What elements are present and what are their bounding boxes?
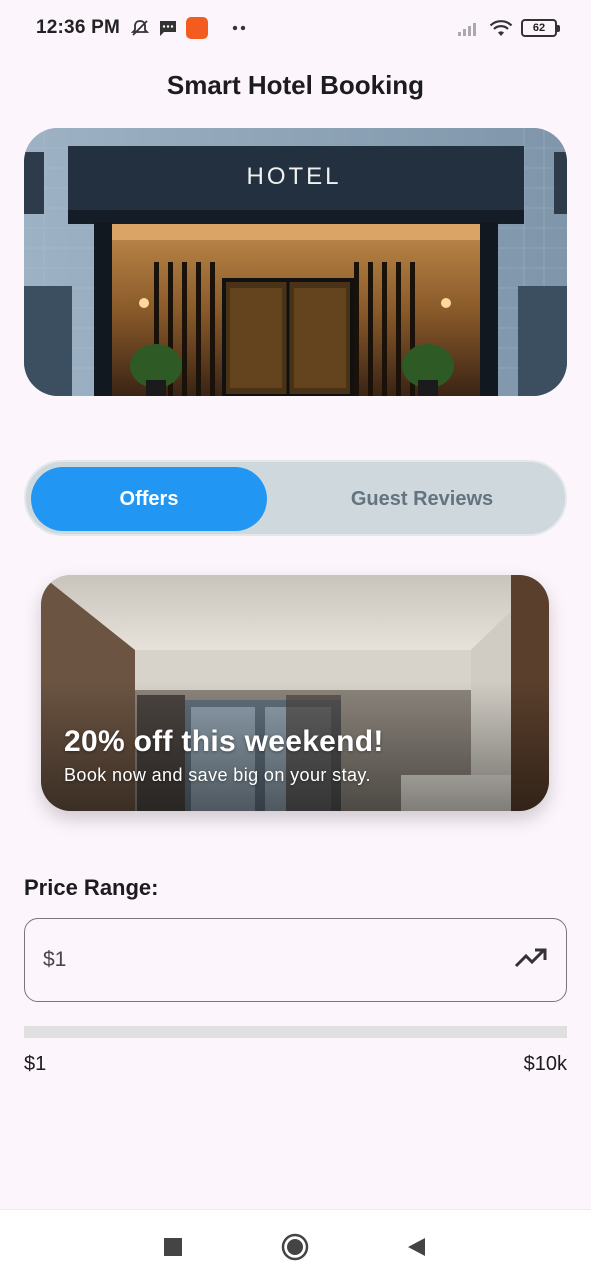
range-max-label: $10k xyxy=(523,1053,567,1075)
status-notifications xyxy=(130,17,246,39)
tab-guest-reviews[interactable]: Guest Reviews xyxy=(304,467,540,531)
status-time: 12:36 PM xyxy=(36,17,120,38)
hotel-hero-image: HOTEL xyxy=(24,128,567,396)
offer-subtitle: Book now and save big on your stay. xyxy=(64,765,371,785)
price-input[interactable]: $1 xyxy=(24,918,567,1002)
status-system: 62 xyxy=(457,19,560,37)
home-circle-icon[interactable] xyxy=(281,1233,309,1261)
offer-headline: 20% off this weekend! xyxy=(64,725,384,758)
tab-switcher: Offers Guest Reviews xyxy=(24,460,567,536)
recents-square-icon[interactable] xyxy=(159,1233,187,1261)
tab-offers[interactable]: Offers xyxy=(31,467,267,531)
wifi-icon xyxy=(489,19,513,37)
back-triangle-icon[interactable] xyxy=(402,1233,430,1261)
more-dots-icon xyxy=(232,25,246,31)
system-nav-bar xyxy=(0,1209,591,1280)
range-min-label: $1 xyxy=(24,1053,47,1075)
price-range-track[interactable] xyxy=(24,1026,567,1038)
bell-off-icon xyxy=(130,18,150,38)
trending-up-icon xyxy=(514,947,548,974)
message-icon xyxy=(158,18,178,38)
battery-icon: 62 xyxy=(521,19,560,37)
signal-icon xyxy=(457,20,481,36)
price-value: $1 xyxy=(43,948,67,971)
app-notification-icon xyxy=(185,17,208,39)
offer-card[interactable]: 20% off this weekend! Book now and save … xyxy=(41,575,549,811)
price-range-label: Price Range: xyxy=(24,875,159,900)
page-title: Smart Hotel Booking xyxy=(166,70,425,100)
hotel-sign-text: HOTEL xyxy=(246,163,341,190)
status-bar: 12:36 PM 62 xyxy=(0,0,591,56)
offer-text: 20% off this weekend! Book now and save … xyxy=(64,725,384,786)
